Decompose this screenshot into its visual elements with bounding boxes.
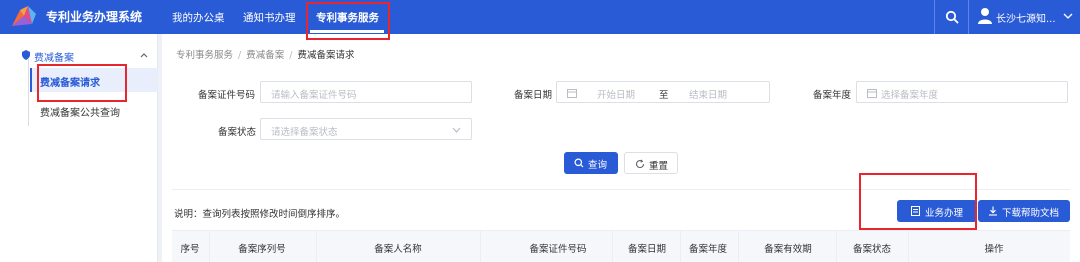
section-divider <box>172 189 1070 190</box>
column-header: 备案年度 <box>688 244 728 255</box>
date-end-placeholder: 结束日期 <box>689 90 728 101</box>
search-icon <box>574 158 584 168</box>
search-icon[interactable] <box>944 9 960 25</box>
nav-patent-affairs-service[interactable]: 专利事务服务 <box>316 10 379 25</box>
sidebar: 费减备案 费减备案请求 费减备案公共查询 <box>0 34 158 262</box>
document-icon <box>911 206 920 216</box>
status-label: 备案状态 <box>218 127 257 138</box>
calendar-icon <box>867 89 877 98</box>
active-indicator <box>30 68 32 92</box>
date-range-separator: 至 <box>659 90 669 101</box>
year-placeholder: 选择备案年度 <box>881 90 939 101</box>
calendar-icon <box>567 89 577 98</box>
reset-button[interactable]: 重置 <box>624 152 678 174</box>
column-header: 备案状态 <box>852 244 892 255</box>
nav-active-underline <box>310 30 384 33</box>
refresh-icon <box>635 159 645 169</box>
breadcrumb: 专利事务服务 / 费减备案 / 费减备案请求 <box>176 50 355 61</box>
column-header: 序号 <box>180 244 200 255</box>
date-range-picker[interactable]: 开始日期 至 结束日期 <box>556 81 770 103</box>
column-header: 备案日期 <box>627 244 667 255</box>
user-name[interactable]: 长沙七源知... <box>996 10 1056 25</box>
year-picker[interactable]: 选择备案年度 <box>856 81 1068 103</box>
breadcrumb-current: 费减备案请求 <box>297 50 355 61</box>
sidebar-tree-line <box>28 58 29 126</box>
nav-notice-handling[interactable]: 通知书办理 <box>243 10 296 25</box>
nav-my-desk[interactable]: 我的办公桌 <box>172 10 225 25</box>
table-header: 序号 备案序列号 备案人名称 备案证件号码 备案日期 备案年度 备案有效期 备案… <box>172 230 1070 262</box>
cert-no-label: 备案证件号码 <box>198 90 256 101</box>
column-header: 备案人名称 <box>374 244 422 255</box>
column-header: 备案证件号码 <box>529 244 587 255</box>
sidebar-group-label: 费减备案 <box>34 53 74 64</box>
sort-note: 说明：查询列表按照修改时间倒序排序。 <box>174 209 346 220</box>
top-navbar: 专利业务办理系统 我的办公桌 通知书办理 专利事务服务 长沙七源知... <box>0 0 1080 34</box>
status-select[interactable]: 请选择备案状态 <box>260 118 472 140</box>
download-help-doc-button[interactable]: 下载帮助文档 <box>978 200 1070 222</box>
topbar-divider <box>968 0 969 34</box>
app-title: 专利业务办理系统 <box>46 10 143 24</box>
main-panel: 专利事务服务 / 费减备案 / 费减备案请求 备案证件号码 请输入备案证件号码 备案日期… <box>162 34 1080 262</box>
column-header: 操作 <box>984 244 1004 255</box>
user-avatar-icon[interactable] <box>977 7 993 25</box>
chevron-up-icon[interactable] <box>140 52 148 58</box>
sidebar-item-label: 费减备案公共查询 <box>40 108 120 119</box>
column-header: 备案序列号 <box>238 244 286 255</box>
status-placeholder: 请选择备案状态 <box>271 127 338 138</box>
business-handle-button[interactable]: 业务办理 <box>897 200 977 222</box>
app-logo-icon <box>12 6 36 26</box>
date-start-placeholder: 开始日期 <box>597 90 636 101</box>
column-header: 备案有效期 <box>764 244 812 255</box>
breadcrumb-item[interactable]: 费减备案 <box>246 50 284 61</box>
topbar-divider <box>934 0 935 34</box>
cert-no-placeholder: 请输入备案证件号码 <box>271 90 357 101</box>
year-label: 备案年度 <box>813 90 852 101</box>
search-button[interactable]: 查询 <box>564 152 618 174</box>
chevron-down-icon <box>452 127 461 133</box>
breadcrumb-item[interactable]: 专利事务服务 <box>176 50 233 61</box>
date-label: 备案日期 <box>514 90 553 101</box>
sidebar-group-fee-reduction[interactable]: 费减备案 <box>0 44 158 66</box>
sidebar-item-label: 费减备案请求 <box>40 78 100 89</box>
cert-no-input[interactable]: 请输入备案证件号码 <box>260 81 472 103</box>
download-icon <box>989 206 997 216</box>
sidebar-item-fee-reduction-request[interactable]: 费减备案请求 <box>30 68 158 92</box>
sidebar-item-fee-reduction-public-query[interactable]: 费减备案公共查询 <box>30 98 158 122</box>
chevron-down-icon[interactable] <box>1063 12 1073 20</box>
